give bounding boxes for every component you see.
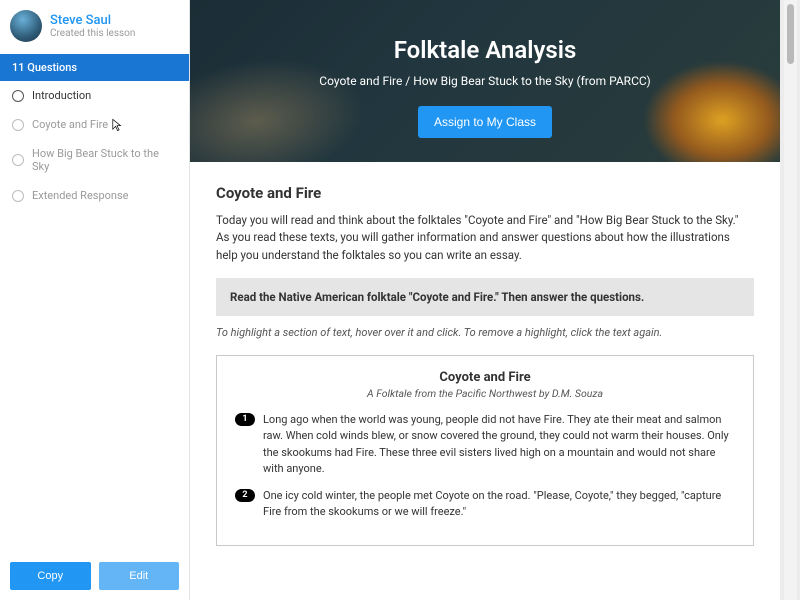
sidebar-actions: Copy Edit: [0, 552, 189, 600]
passage-paragraph[interactable]: 1 Long ago when the world was young, peo…: [235, 412, 735, 478]
scrollbar-thumb[interactable]: [787, 4, 794, 64]
avatar: [10, 10, 42, 42]
nav-item-label: Coyote and Fire: [32, 118, 108, 131]
intro-paragraph: Today you will read and think about the …: [216, 212, 754, 264]
progress-circle-icon: [12, 154, 24, 166]
nav-item-label: Extended Response: [32, 189, 129, 202]
copy-button[interactable]: Copy: [10, 562, 91, 590]
passage-subtitle: A Folktale from the Pacific Northwest by…: [235, 387, 735, 400]
directions-callout: Read the Native American folktale "Coyot…: [216, 278, 754, 316]
progress-circle-icon: [12, 90, 24, 102]
author-sub: Created this lesson: [50, 28, 135, 39]
paragraph-number-badge: 2: [235, 489, 255, 502]
paragraph-number-badge: 1: [235, 413, 255, 426]
nav-item-label: Introduction: [32, 89, 91, 102]
lesson-hero: Folktale Analysis Coyote and Fire / How …: [190, 0, 780, 162]
section-heading: Coyote and Fire: [216, 184, 754, 202]
app-frame: Steve Saul Created this lesson 11 Questi…: [0, 0, 780, 600]
nav-item-introduction[interactable]: Introduction: [0, 81, 189, 110]
question-count-bar: 11 Questions: [0, 54, 189, 81]
passage-title: Coyote and Fire: [235, 370, 735, 385]
nav-item-label: How Big Bear Stuck to the Sky: [32, 147, 177, 173]
author-text: Steve Saul Created this lesson: [50, 13, 135, 39]
lesson-body: Coyote and Fire Today you will read and …: [190, 162, 780, 576]
lesson-subtitle: Coyote and Fire / How Big Bear Stuck to …: [210, 74, 760, 88]
progress-circle-icon: [12, 190, 24, 202]
lesson-nav: Introduction Coyote and Fire How Big Bea…: [0, 81, 189, 552]
paragraph-text: Long ago when the world was young, peopl…: [263, 412, 735, 478]
main-content[interactable]: Folktale Analysis Coyote and Fire / How …: [190, 0, 780, 600]
sidebar: Steve Saul Created this lesson 11 Questi…: [0, 0, 190, 600]
scrollbar-track[interactable]: [784, 0, 797, 600]
paragraph-text: One icy cold winter, the people met Coyo…: [263, 488, 735, 521]
author-name[interactable]: Steve Saul: [50, 13, 135, 28]
passage-box: Coyote and Fire A Folktale from the Paci…: [216, 355, 754, 546]
highlight-instructions: To highlight a section of text, hover ov…: [216, 326, 754, 339]
nav-item-big-bear[interactable]: How Big Bear Stuck to the Sky: [0, 139, 189, 181]
cursor-icon: [110, 117, 124, 133]
edit-button[interactable]: Edit: [99, 562, 180, 590]
nav-item-extended-response[interactable]: Extended Response: [0, 181, 189, 210]
lesson-title: Folktale Analysis: [210, 36, 760, 64]
progress-circle-icon: [12, 119, 24, 131]
passage-paragraph[interactable]: 2 One icy cold winter, the people met Co…: [235, 488, 735, 521]
author-block: Steve Saul Created this lesson: [0, 0, 189, 54]
nav-item-coyote-and-fire[interactable]: Coyote and Fire: [0, 110, 189, 139]
assign-button[interactable]: Assign to My Class: [418, 106, 552, 138]
